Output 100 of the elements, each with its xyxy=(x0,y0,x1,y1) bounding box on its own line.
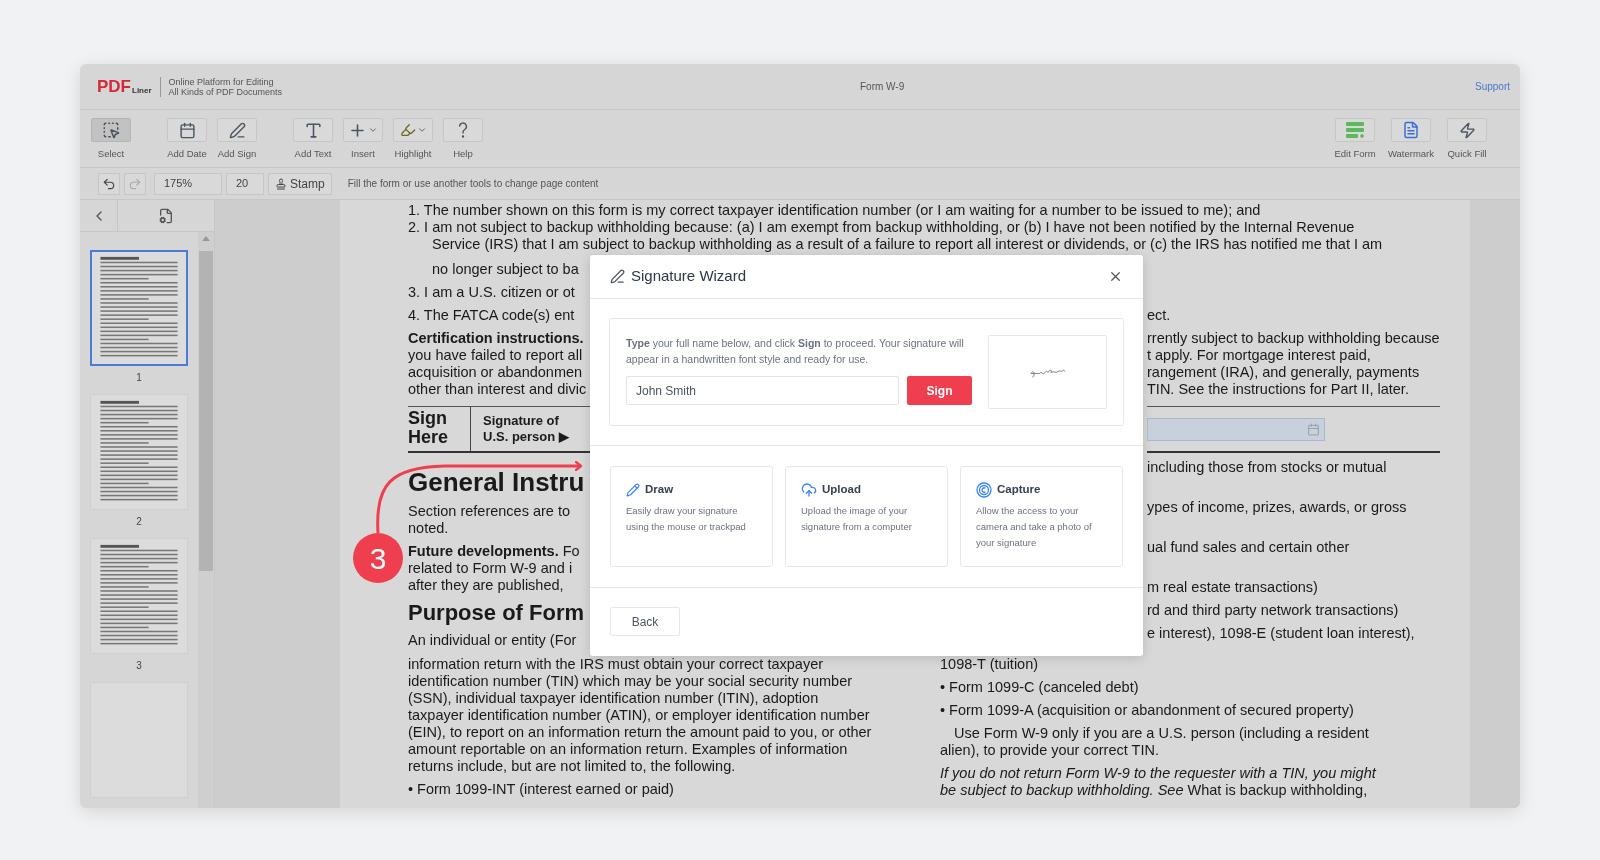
method-title: Draw xyxy=(645,482,674,497)
tool-label: Add Text xyxy=(294,148,332,159)
stamp-button[interactable]: Stamp xyxy=(268,172,332,195)
document-title: Form W-9 xyxy=(860,80,905,94)
document-text: Section references are to xyxy=(408,503,571,520)
signature-method-card[interactable]: Draw Easily draw your signature using the mouse or trackpad xyxy=(610,466,773,567)
document-text: An individual or entity (For xyxy=(408,632,578,649)
back-button[interactable]: Back xyxy=(610,607,680,636)
document-text: • Form 1099-C (canceled debt) xyxy=(940,679,1140,696)
document-text: 4. The FATCA code(s) ent xyxy=(408,307,576,324)
document-text: be subject to backup withholding. See What is backup withholding, xyxy=(940,782,1369,799)
tool-button[interactable] xyxy=(91,118,131,142)
tool-label: Quick Fill xyxy=(1447,148,1487,159)
calendar-icon xyxy=(178,121,196,139)
document-text: rrently subject to backup withholding because xyxy=(1147,330,1440,347)
method-title: Upload xyxy=(822,482,861,497)
document-text: returns include, but are not limited to, the following. xyxy=(408,758,737,775)
page-number: 3 xyxy=(136,660,142,672)
document-text: 1098-T (tuition) xyxy=(940,656,1040,673)
date-field[interactable] xyxy=(1147,417,1325,441)
document-text: Certification instructions. xyxy=(408,330,585,347)
close-icon xyxy=(1108,269,1123,284)
pointer-select-icon xyxy=(102,121,120,139)
tool-label: Add Date xyxy=(167,148,207,159)
form-list-icon xyxy=(1345,121,1365,139)
pen-icon xyxy=(610,269,625,284)
signature-drawing xyxy=(1028,366,1067,378)
tool-button[interactable] xyxy=(1447,118,1487,142)
document-text: identification number (TIN) which may be your social security number xyxy=(408,673,854,690)
document-text: you have failed to report all xyxy=(408,347,584,364)
instructions-text: Type your full name below, and click Sign to proceed. Your signature will appear in a handwritten font style and ready for use. xyxy=(626,336,965,367)
document-text: acquisition or abandonmen xyxy=(408,364,584,381)
tool-button[interactable] xyxy=(217,118,257,142)
document-text: m real estate transactions) xyxy=(1147,579,1319,596)
redo-icon xyxy=(128,176,142,191)
signature-method-card[interactable]: Capture Allow the access to your camera and take a photo of your signature xyxy=(960,466,1123,567)
document-text: • Form 1099-INT (interest earned or paid) xyxy=(408,781,675,798)
sign-here-label: Sign Here xyxy=(408,407,450,449)
undo-icon xyxy=(102,176,116,191)
tool-label: Add Sign xyxy=(217,148,257,159)
dialog-title: Signature Wizard xyxy=(631,266,747,287)
document-text: taxpayer identification number (ATIN), or employer identification number xyxy=(408,707,871,724)
document-text: alien), to provide your correct TIN. xyxy=(940,742,1160,759)
sign-button[interactable]: Sign xyxy=(907,376,972,405)
document-text: no longer subject to ba xyxy=(431,261,580,278)
document-text: Future developments. Fo xyxy=(408,543,581,560)
document-text: Service (IRS) that I am subject to backup withholding as a result of a failure to report all interest or dividends, or (c) the IRS has notified me that I am xyxy=(431,236,1384,253)
document-text: including those from stocks or mutual xyxy=(1147,459,1388,476)
name-input[interactable]: John Smith xyxy=(626,376,899,405)
document-text: (EIN), to report on an information return the amount paid to you, or other xyxy=(408,724,873,741)
scrollbar[interactable] xyxy=(198,232,214,808)
caret-icon xyxy=(416,125,427,135)
document-text: related to Form W-9 and i xyxy=(408,560,574,577)
undo-button[interactable] xyxy=(98,172,120,195)
zoom-field[interactable]: 175% xyxy=(154,172,222,195)
camera-lens-icon xyxy=(976,481,992,498)
logo-mark: PDF xyxy=(97,77,131,96)
document-text: 3. I am a U.S. citizen or ot xyxy=(408,284,576,301)
logo-tagline: Online Platform for Editing All Kinds of PDF Documents xyxy=(168,76,284,97)
tool-button[interactable] xyxy=(167,118,207,142)
tool-label: Insert xyxy=(351,148,375,159)
help-icon xyxy=(457,121,469,139)
tool-button[interactable] xyxy=(343,118,383,142)
tool-button[interactable] xyxy=(1391,118,1431,142)
page-number: 1 xyxy=(136,372,142,384)
document-text: e interest), 1098-E (student loan interest), xyxy=(1147,625,1416,642)
page-field[interactable]: 20 xyxy=(226,172,264,195)
section-heading: Purpose of Form xyxy=(408,600,585,626)
hint-text: Fill the form or use another tools to change page content xyxy=(347,177,599,191)
signature-method-card[interactable]: Upload Upload the image of your signature from a computer xyxy=(785,466,948,567)
document-icon xyxy=(1402,121,1420,139)
method-title: Capture xyxy=(997,482,1041,497)
section-heading: General Instru xyxy=(408,467,586,497)
document-text: ypes of income, prizes, awards, or gross xyxy=(1147,499,1408,516)
tool-button[interactable] xyxy=(393,118,433,142)
method-description: Upload the image of your signature from a computer xyxy=(801,504,913,535)
pen-icon xyxy=(228,121,246,139)
document-text: If you do not return Form W-9 to the requester with a TIN, you might xyxy=(940,765,1376,782)
document-text: ual fund sales and certain other xyxy=(1147,539,1351,556)
document-text: rd and third party network transactions) xyxy=(1147,602,1400,619)
logo-word: Liner xyxy=(132,85,152,96)
tool-button[interactable] xyxy=(443,118,483,142)
document-text: after they are published, xyxy=(408,577,565,594)
caret-icon xyxy=(368,125,378,135)
page-number: 2 xyxy=(136,516,142,528)
document-text: Use Form W-9 only if you are a U.S. person (including a resident xyxy=(953,725,1370,742)
close-button[interactable] xyxy=(1108,269,1123,284)
tool-label: Select xyxy=(97,148,125,159)
document-text: ect. xyxy=(1147,307,1172,324)
tool-label: Watermark xyxy=(1387,148,1435,159)
document-text: 2. I am not subject to backup withholding because: (a) I am exempt from backup withholding, or (b) I have not been notified by the Internal Revenue xyxy=(408,219,1356,236)
text-icon xyxy=(303,120,323,140)
document-text: other than interest and divic xyxy=(408,381,588,398)
tool-button[interactable] xyxy=(293,118,333,142)
document-text: amount reportable on an information return. Examples of information xyxy=(408,741,849,758)
lightning-icon xyxy=(1458,121,1476,139)
document-text: 1. The number shown on this form is my correct taxpayer identification number (or I am waiting for a number to be issued to me); and xyxy=(408,202,1262,219)
cloud-upload-icon xyxy=(801,481,817,498)
document-text: noted. xyxy=(408,520,450,537)
document-settings-icon[interactable] xyxy=(158,207,174,224)
